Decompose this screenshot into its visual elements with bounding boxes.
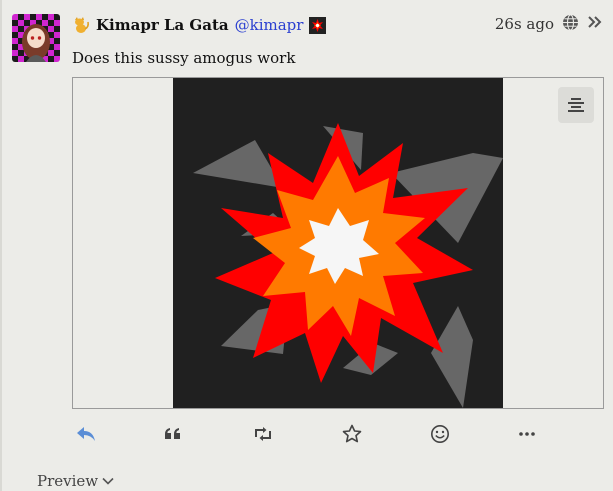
favorite-button[interactable]	[338, 420, 366, 448]
note-content: Does this sussy amogus work	[72, 49, 296, 67]
avatar[interactable]	[12, 14, 60, 62]
author-display-name[interactable]: Kimapr La Gata	[96, 16, 229, 34]
note-header: Kimapr La Gata @kimapr	[72, 14, 327, 36]
repost-button[interactable]	[249, 420, 277, 448]
instance-badge-icon	[309, 16, 327, 34]
explosion-image[interactable]	[173, 78, 503, 408]
image-menu-button[interactable]	[558, 87, 594, 123]
more-icon	[519, 432, 535, 436]
avatar-image	[12, 14, 60, 62]
note-meta: 26s ago	[495, 12, 603, 36]
reply-icon	[77, 427, 95, 441]
timestamp[interactable]: 26s ago	[495, 15, 554, 33]
image-menu-icon	[568, 98, 584, 112]
reply-button[interactable]	[72, 420, 100, 448]
chevron-down-icon	[102, 477, 114, 485]
cat-emoji-icon	[72, 16, 90, 34]
more-button[interactable]	[513, 420, 541, 448]
emoji-reaction-icon	[431, 425, 449, 443]
star-icon	[342, 424, 362, 443]
note-card: Kimapr La Gata @kimapr 26s ago Does this…	[0, 0, 613, 491]
left-divider	[0, 0, 2, 491]
quote-icon	[165, 428, 180, 439]
repost-icon	[255, 427, 271, 441]
author-handle[interactable]: @kimapr	[235, 16, 304, 34]
preview-toggle[interactable]: Preview	[37, 472, 114, 490]
media-attachment[interactable]	[72, 77, 604, 409]
note-actions	[72, 420, 602, 448]
globe-icon[interactable]	[562, 13, 579, 35]
quote-button[interactable]	[159, 420, 187, 448]
preview-label: Preview	[37, 472, 99, 490]
react-button[interactable]	[426, 420, 454, 448]
expand-chevrons-icon[interactable]	[587, 14, 603, 34]
